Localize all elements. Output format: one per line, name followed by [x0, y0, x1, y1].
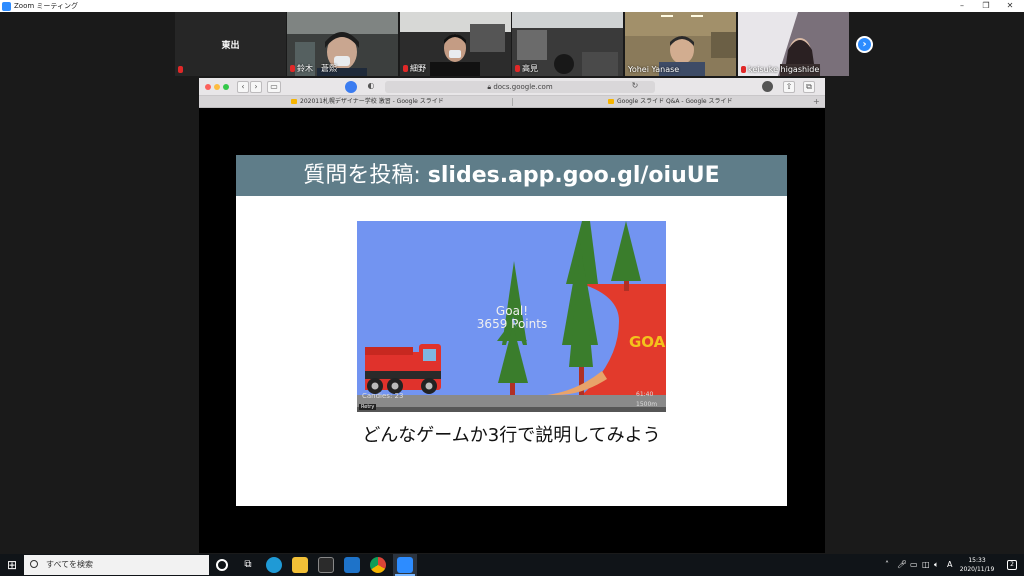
tab-label: 202011札幌デザイナー学校 激習 - Google スライド	[300, 98, 444, 105]
new-tab-button[interactable]: +	[813, 96, 820, 108]
mic-muted-icon	[515, 65, 520, 72]
tree	[611, 221, 641, 281]
browser-toolbar: ‹ › ▭ ◐ 🔒︎ docs.google.com ↻ ⇧ ⧉	[199, 78, 825, 96]
tree-trunk	[624, 281, 629, 291]
participant-label: 高見	[515, 63, 538, 74]
zoom-icon	[2, 1, 11, 11]
participant-label: keisuke higashide	[741, 65, 819, 74]
close-button[interactable]: ✕	[998, 0, 1022, 12]
clock-time: 15:33	[968, 557, 986, 564]
chevron-up-icon[interactable]: ˄	[885, 554, 889, 576]
window-titlebar: Zoom ミーティング – ❐ ✕	[0, 0, 1024, 12]
chrome-icon[interactable]	[370, 557, 386, 573]
address-bar[interactable]: 🔒︎ docs.google.com	[385, 81, 655, 93]
participant-name: 鈴木 蒼熙	[297, 64, 337, 73]
shared-screen: ‹ › ▭ ◐ 🔒︎ docs.google.com ↻ ⇧ ⧉ 202011札…	[199, 78, 825, 553]
retry-badge[interactable]: Retry	[359, 404, 377, 410]
volume-icon[interactable]: 🔈︎	[934, 554, 939, 576]
file-explorer-icon[interactable]	[292, 557, 308, 573]
minimize-dot-icon[interactable]	[214, 84, 220, 90]
minimize-button[interactable]: –	[950, 0, 974, 12]
browser-tab-1[interactable]: 202011札幌デザイナー学校 激習 - Google スライド	[291, 96, 444, 108]
mic-muted-icon	[741, 66, 746, 73]
network-icon[interactable]: ◫	[922, 554, 930, 576]
truck	[365, 344, 441, 394]
slide-header-link: slides.app.goo.gl/oiuUE	[427, 163, 720, 188]
window-title: Zoom ミーティング	[14, 2, 78, 10]
chevron-right-icon[interactable]: ›	[856, 36, 873, 53]
participant-name: keisuke higashide	[748, 65, 820, 74]
taskbar-search-box[interactable]: すべてを検索	[24, 555, 209, 575]
reload-icon[interactable]: ↻	[629, 81, 641, 93]
task-view-icon[interactable]: ⧉	[240, 557, 256, 573]
browser-tabs: 202011札幌デザイナー学校 激習 - Google スライド Google …	[199, 96, 825, 108]
participant-name: Yohei Yanase	[628, 65, 680, 74]
store-icon[interactable]	[318, 557, 334, 573]
participant-label: 細野	[403, 63, 426, 74]
windows-start-icon[interactable]: ⊞	[0, 554, 24, 576]
forward-icon[interactable]: ›	[250, 81, 262, 93]
zoom-dot-icon[interactable]	[223, 84, 229, 90]
mic-muted-icon	[403, 65, 408, 72]
close-dot-icon[interactable]	[205, 84, 211, 90]
hud-timer: 61:40	[636, 391, 654, 398]
sidebar-icon[interactable]: ▭	[267, 81, 281, 93]
back-icon[interactable]: ‹	[237, 81, 249, 93]
hud-candies: Candies: 23	[362, 392, 404, 400]
battery-icon[interactable]: ▭	[910, 554, 918, 576]
participant-tile-1[interactable]: 鈴木 蒼熙	[287, 12, 398, 76]
participant-tile-4[interactable]: Yohei Yanase	[625, 12, 736, 76]
participant-muted	[178, 65, 185, 74]
search-icon	[30, 560, 38, 568]
participant-tile-0[interactable]: 東出	[175, 12, 286, 76]
mic-muted-icon	[290, 65, 295, 72]
zoom-taskbar-item[interactable]	[393, 554, 417, 576]
slides-icon	[608, 99, 614, 104]
edge-icon[interactable]	[266, 557, 282, 573]
presentation-slide: 質問を投稿: slides.app.goo.gl/oiuUE Goal! 365…	[236, 155, 787, 506]
tree-trunk	[510, 383, 515, 395]
notification-icon[interactable]: 2	[1007, 560, 1017, 570]
cortana-icon[interactable]	[216, 559, 228, 571]
privacy-icon[interactable]	[345, 81, 357, 93]
tab-label: Google スライド Q&A - Google スライド	[617, 98, 733, 105]
participant-label: 鈴木 蒼熙	[290, 63, 337, 74]
game-screenshot: Goal! 3659 Points GOA Candies: 23 61:40 …	[357, 221, 666, 412]
zoom-icon	[397, 557, 413, 573]
slides-icon	[291, 99, 297, 104]
participant-tile-3[interactable]: 高見	[512, 12, 623, 76]
microphone-icon[interactable]: 🎤︎	[897, 554, 907, 576]
share-icon[interactable]: ⇧	[783, 81, 795, 93]
participant-name: 高見	[522, 64, 538, 73]
shield-icon[interactable]: ◐	[365, 81, 377, 93]
slide-caption: どんなゲームか3行で説明してみよう	[362, 425, 661, 446]
participant-tile-2[interactable]: 細野	[400, 12, 511, 76]
goal-points: 3659 Points	[476, 317, 548, 331]
participant-label: Yohei Yanase	[628, 65, 679, 74]
goal-sign: GOA	[629, 333, 666, 351]
participant-name-center: 東出	[221, 41, 240, 51]
url-text: docs.google.com	[493, 83, 553, 91]
participant-name: 細野	[410, 64, 426, 73]
ime-indicator[interactable]: A	[947, 554, 952, 576]
tabs-overview-icon[interactable]: ⧉	[803, 81, 815, 93]
mail-icon[interactable]	[344, 557, 360, 573]
slide-header: 質問を投稿: slides.app.goo.gl/oiuUE	[236, 155, 787, 196]
browser-tab-2[interactable]: Google スライド Q&A - Google スライド	[608, 96, 733, 108]
goal-message: Goal! 3659 Points	[467, 305, 557, 331]
hud-distance: 1500m	[636, 401, 658, 408]
tab-divider	[512, 98, 513, 106]
download-icon[interactable]	[762, 81, 773, 92]
search-placeholder: すべてを検索	[46, 560, 93, 569]
game-ground-bottom	[357, 407, 666, 412]
mic-muted-icon	[178, 66, 183, 73]
windows-taskbar: ⊞ すべてを検索 ⧉ ˄ 🎤︎ ▭ ◫ 🔈︎ A 15:33 2020/11/1…	[0, 554, 1024, 576]
restore-button[interactable]: ❐	[974, 0, 998, 12]
participant-tile-5[interactable]: keisuke higashide	[738, 12, 849, 76]
taskbar-clock[interactable]: 15:33 2020/11/19	[955, 556, 999, 574]
slide-header-prefix: 質問を投稿:	[303, 163, 428, 188]
clock-date: 2020/11/19	[959, 566, 995, 573]
